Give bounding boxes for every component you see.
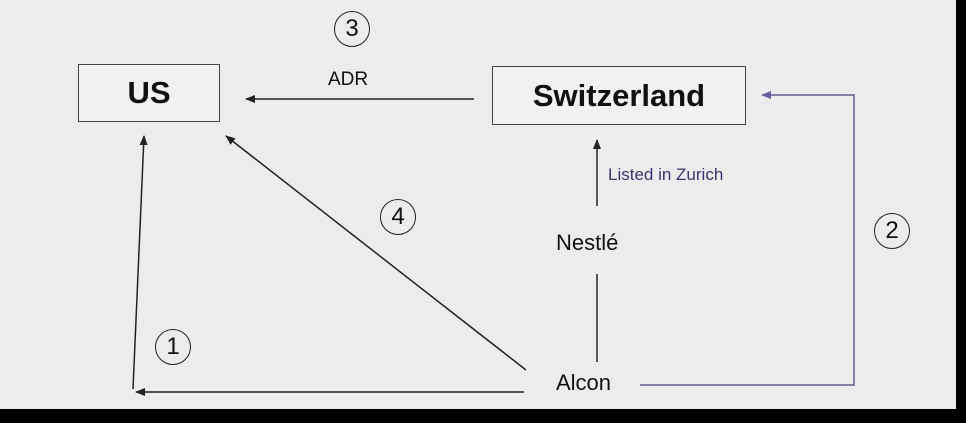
step-2-number: 2: [885, 217, 899, 244]
nestle-label: Nestlé: [556, 230, 619, 255]
diagram-canvas: US Switzerland ADR Listed in Zurich Nest…: [0, 0, 956, 409]
us-label: US: [127, 75, 171, 110]
step-2-badge: 2: [874, 213, 910, 249]
alcon-label: Alcon: [556, 370, 612, 395]
step-3-badge: 3: [334, 11, 370, 47]
path-1-vertical-arrow: [132, 135, 148, 390]
connector-layer: [132, 91, 855, 396]
us-box: US: [78, 64, 220, 122]
switzerland-box: Switzerland: [492, 66, 746, 125]
listed-in-zurich-label: Listed in Zurich: [608, 165, 724, 184]
step-4-badge: 4: [380, 199, 416, 235]
step-1-number: 1: [166, 333, 180, 360]
step-3-number: 3: [345, 15, 359, 42]
path-2-arrow: [640, 91, 855, 386]
path-4-diagonal-arrow: [225, 135, 527, 371]
adr-label: ADR: [328, 69, 369, 90]
step-4-number: 4: [391, 203, 405, 230]
step-1-badge: 1: [155, 329, 191, 365]
switzerland-label: Switzerland: [532, 77, 706, 113]
